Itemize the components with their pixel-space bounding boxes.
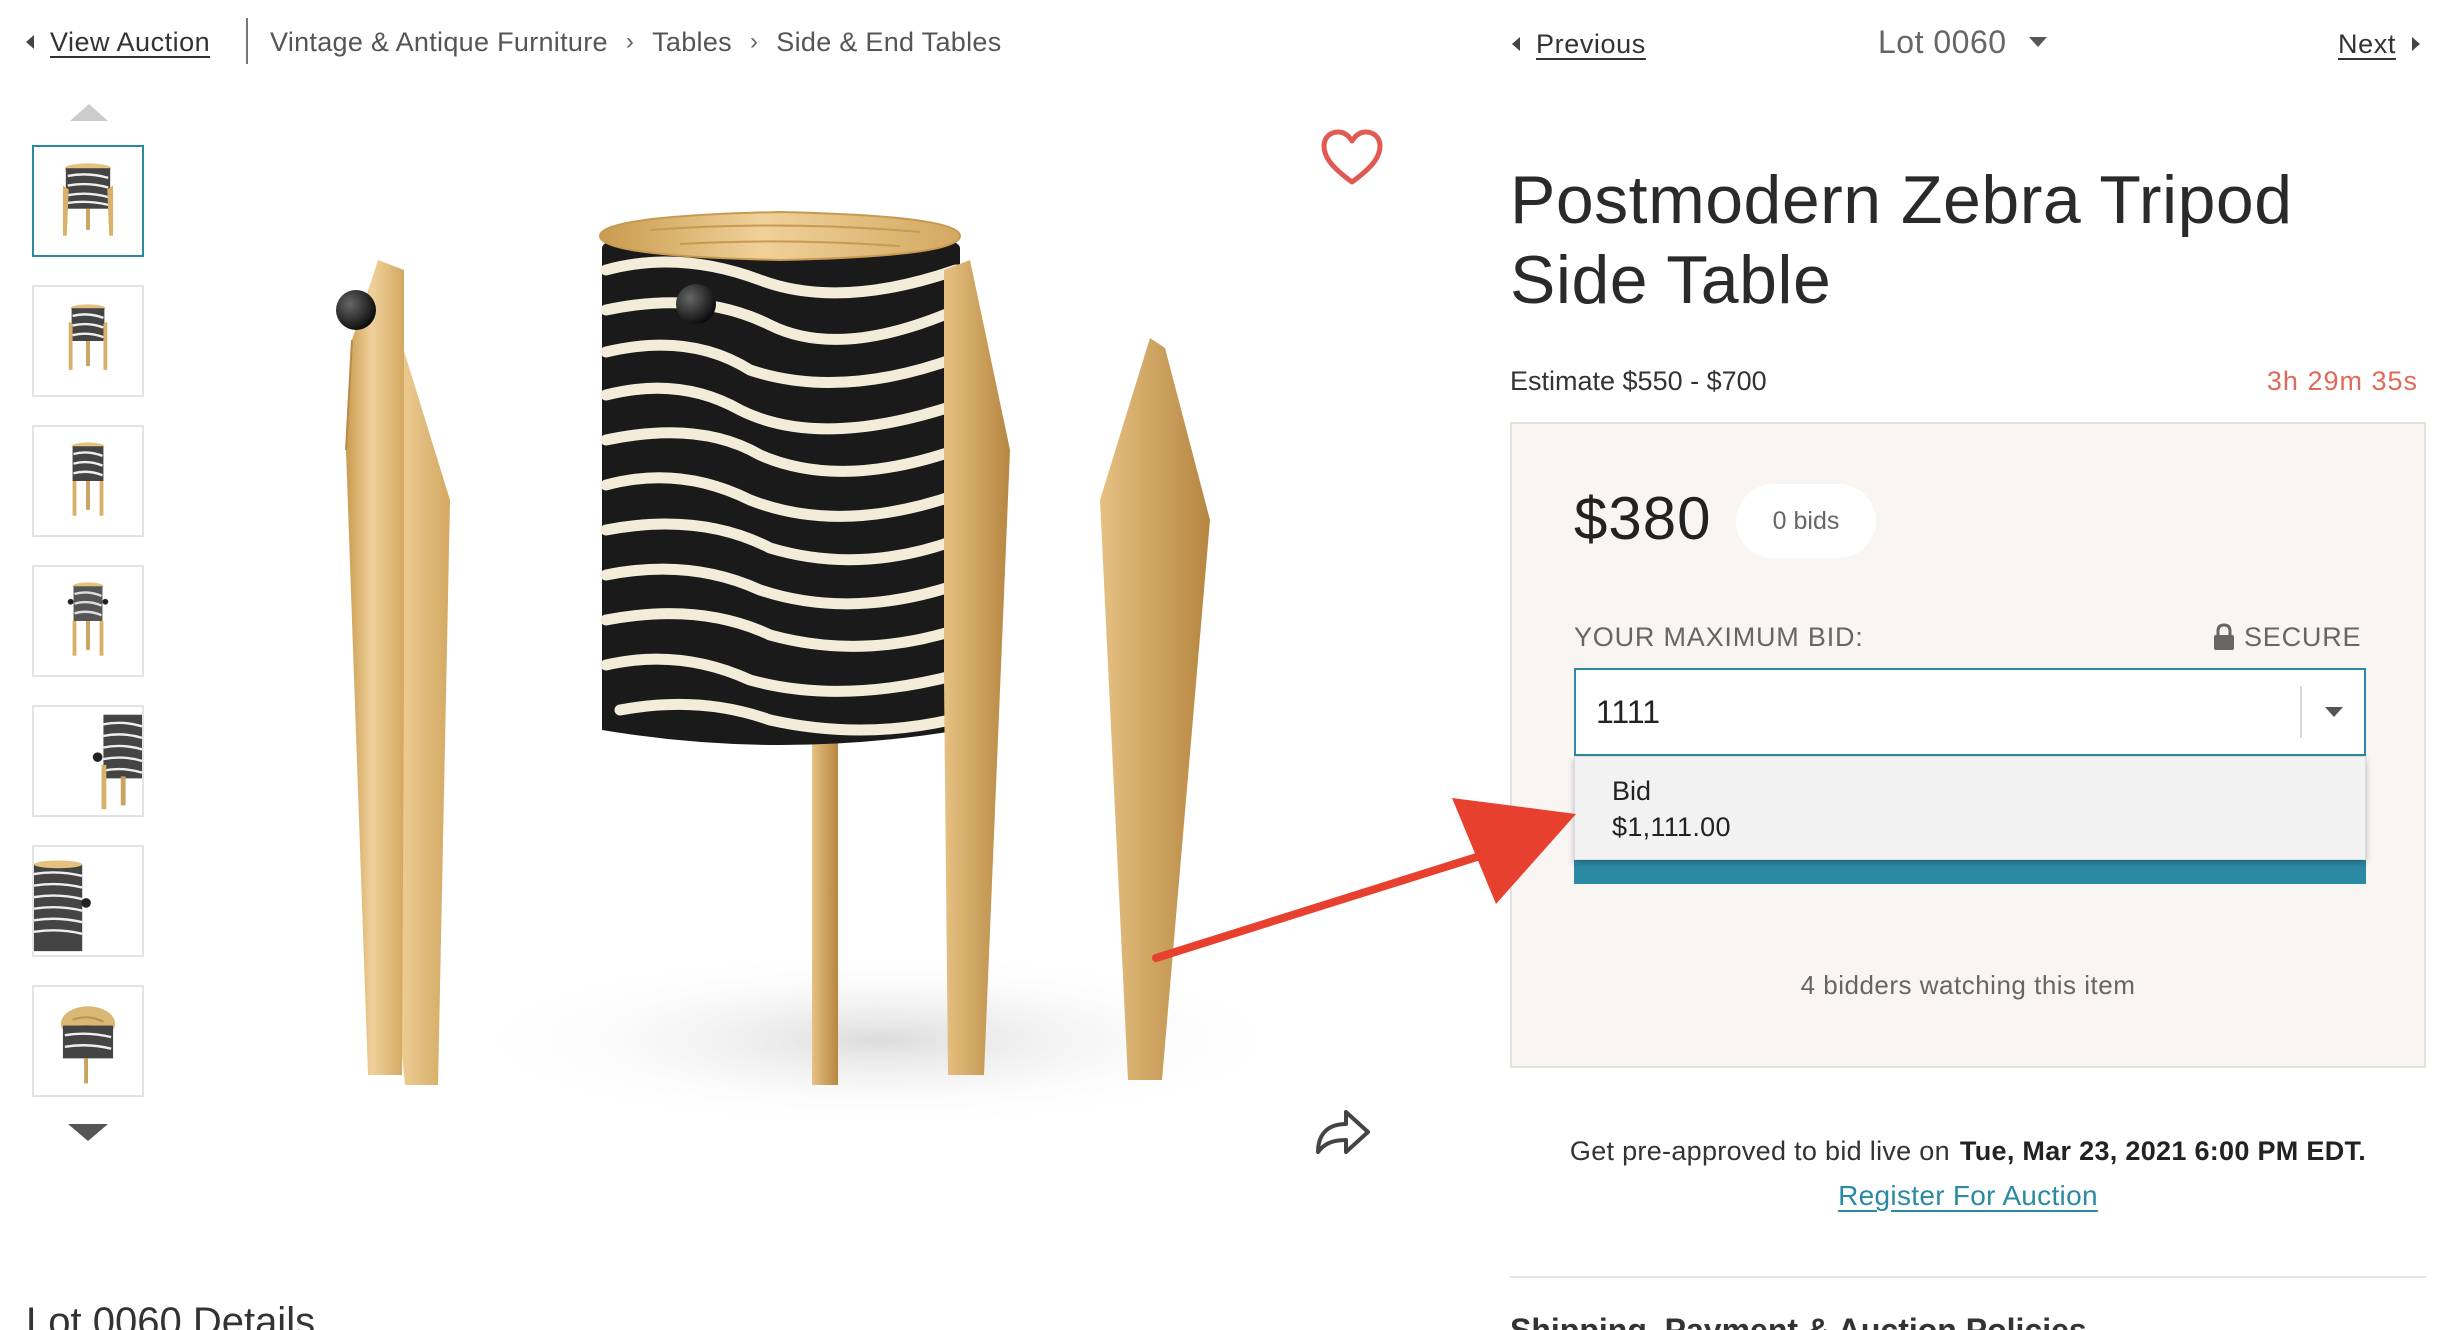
bid-suggestion-amount[interactable]: $1,111.00 [1612,812,1731,843]
table-thumbnail-icon [62,163,114,236]
bid-options-toggle[interactable] [2304,670,2364,754]
max-bid-input[interactable] [1576,670,2296,754]
product-main-image [320,120,1450,1140]
table-thumbnail-icon [34,860,91,952]
chevron-left-icon [26,35,34,49]
policies-heading[interactable]: Shipping, Payment & Auction Policies [1510,1312,2087,1330]
share-icon[interactable] [1310,1104,1374,1160]
bid-suggestion-dropdown[interactable] [1574,756,2366,860]
lot-selector[interactable]: Lot 0060 [1878,20,2047,64]
thumbnail-6[interactable] [32,845,144,957]
bid-count-badge: 0 bids [1736,484,1876,558]
breadcrumb-separator-icon: › [625,28,635,55]
next-lot-link[interactable]: Next [2338,24,2420,64]
max-bid-input-wrapper [1574,668,2366,756]
table-thumbnail-icon [92,714,142,810]
view-auction-label[interactable]: View Auction [50,27,210,58]
view-auction-link[interactable]: View Auction [26,22,210,62]
breadcrumb: Vintage & Antique Furniture › Tables › S… [270,22,1002,62]
thumbnail-7[interactable] [32,985,144,1097]
current-price: $380 [1574,485,1712,552]
chevron-left-icon [1512,37,1520,51]
next-label[interactable]: Next [2338,29,2396,60]
heart-icon[interactable] [1320,128,1384,186]
scroll-up-icon[interactable] [70,104,108,121]
caret-down-icon [2028,37,2047,47]
table-thumbnail-icon [68,304,108,370]
max-bid-label: YOUR MAXIMUM BID: [1574,622,1864,652]
breadcrumb-item-vintage-antique-furniture[interactable]: Vintage & Antique Furniture [270,27,608,58]
previous-label[interactable]: Previous [1536,29,1646,60]
thumbnail-4[interactable] [32,565,144,677]
place-bid-button[interactable] [1574,856,2366,884]
watchers-text: 4 bidders watching this item [1800,970,2136,1000]
thumbnail-3[interactable] [32,425,144,537]
lot-selector-label: Lot 0060 [1878,23,2007,60]
preapproval-text: Get pre-approved to bid live on Tue, Mar … [1510,1136,2426,1167]
preapproval-label: Get pre-approved to bid live on [1569,1136,1950,1166]
secure-label: SECURE [2244,621,2362,652]
chevron-right-icon [2411,37,2420,51]
table-thumbnail-icon [61,1006,115,1084]
lock-icon [2214,623,2234,650]
divider [2300,686,2302,738]
table-thumbnail-icon [67,582,109,656]
thumbnail-2[interactable] [32,285,144,397]
table-thumbnail-icon [71,442,105,516]
lot-title: Postmodern Zebra Tripod Side Table [1510,162,2293,318]
register-for-auction-link[interactable]: Register For Auction [1510,1180,2426,1212]
annotation-arrow-icon [1140,780,1580,980]
bid-suggestion-title[interactable]: Bid [1612,776,1651,807]
breadcrumb-separator-icon: › [749,28,759,55]
caret-down-icon [2325,707,2343,717]
thumbnail-5[interactable] [32,705,144,817]
divider [1510,1276,2426,1278]
breadcrumb-item-side-end-tables[interactable]: Side & End Tables [776,27,1001,58]
divider [246,18,248,64]
thumbnail-1[interactable] [32,145,144,257]
live-auction-date: Tue, Mar 23, 2021 6:00 PM EDT. [1959,1136,2367,1166]
scroll-down-icon[interactable] [68,1124,108,1141]
secure-indicator: SECURE [2212,620,2361,654]
breadcrumb-item-tables[interactable]: Tables [652,27,732,58]
countdown-timer: 3h 29m 35s [2266,366,2418,396]
estimate-text: Estimate $550 - $700 [1510,366,1767,396]
lot-details-heading[interactable]: Lot 0060 Details [26,1300,315,1330]
previous-lot-link[interactable]: Previous [1512,24,1646,64]
